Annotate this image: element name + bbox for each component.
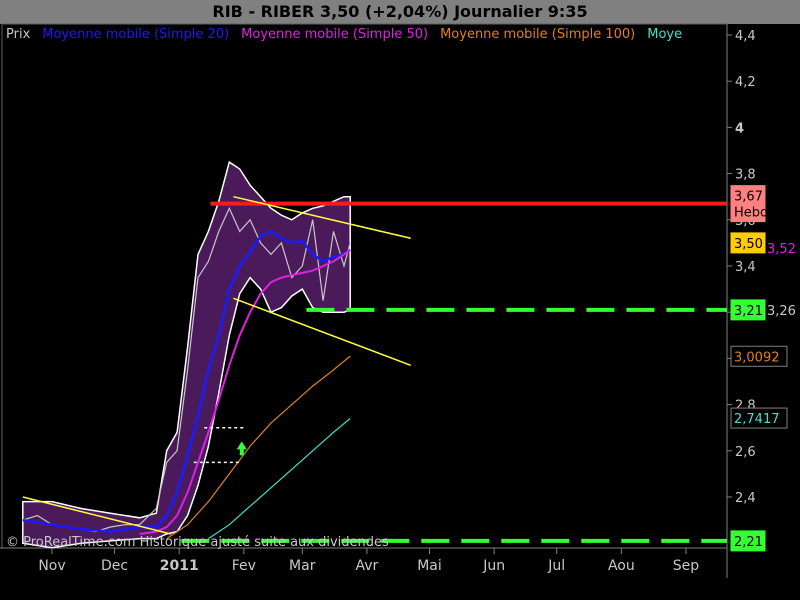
- y-tick-label: 3,4: [735, 260, 756, 275]
- x-tick-label: Mar: [289, 558, 316, 574]
- x-tick-label: Jul: [547, 558, 565, 574]
- plot-area: [1, 23, 728, 549]
- x-tick-label: Nov: [38, 558, 65, 574]
- y-tick-label: 2,6: [735, 445, 756, 460]
- price-box-label: 3,21: [734, 304, 763, 319]
- x-tick-label: Fev: [232, 558, 256, 574]
- price-box-label: 3,67: [734, 190, 763, 205]
- hidden-label: 3,52: [767, 242, 796, 257]
- price-box-label: 3,0092: [734, 350, 780, 365]
- y-tick-label: 3,8: [735, 168, 756, 183]
- x-tick-label: Sep: [673, 558, 700, 574]
- y-tick-label: 2,4: [735, 491, 756, 506]
- legend-item-1[interactable]: Prix: [6, 27, 31, 42]
- price-box-label: 2,21: [734, 535, 763, 550]
- x-tick-label: Dec: [101, 558, 128, 574]
- x-tick-label: 2011: [160, 558, 199, 574]
- hidden-label: 3,26: [767, 304, 796, 319]
- price-chart[interactable]: 2,42,62,833,23,43,63,844,24,4NovDec2011F…: [0, 0, 800, 600]
- copyright-note: © ProRealTime.com Historique ajusté suit…: [6, 535, 389, 550]
- legend-item-3[interactable]: Moyenne mobile (Simple 50): [241, 27, 428, 42]
- x-tick-label: Mai: [417, 558, 442, 574]
- price-box-label: 3,50: [734, 237, 763, 252]
- y-tick-label: 4,4: [735, 29, 756, 44]
- legend-item-4[interactable]: Moyenne mobile (Simple 100): [440, 27, 635, 42]
- x-tick-label: Avr: [356, 558, 379, 574]
- price-box-sublabel: Hebdo: [734, 206, 776, 221]
- legend-item-5[interactable]: Moye: [647, 27, 682, 42]
- price-box-label: 2,7417: [734, 412, 780, 427]
- legend-item-2[interactable]: Moyenne mobile (Simple 20): [42, 27, 229, 42]
- x-tick-label: Aou: [608, 558, 635, 574]
- y-tick-label: 4: [735, 121, 744, 136]
- x-tick-label: Jun: [482, 558, 505, 574]
- y-tick-label: 4,2: [735, 75, 756, 90]
